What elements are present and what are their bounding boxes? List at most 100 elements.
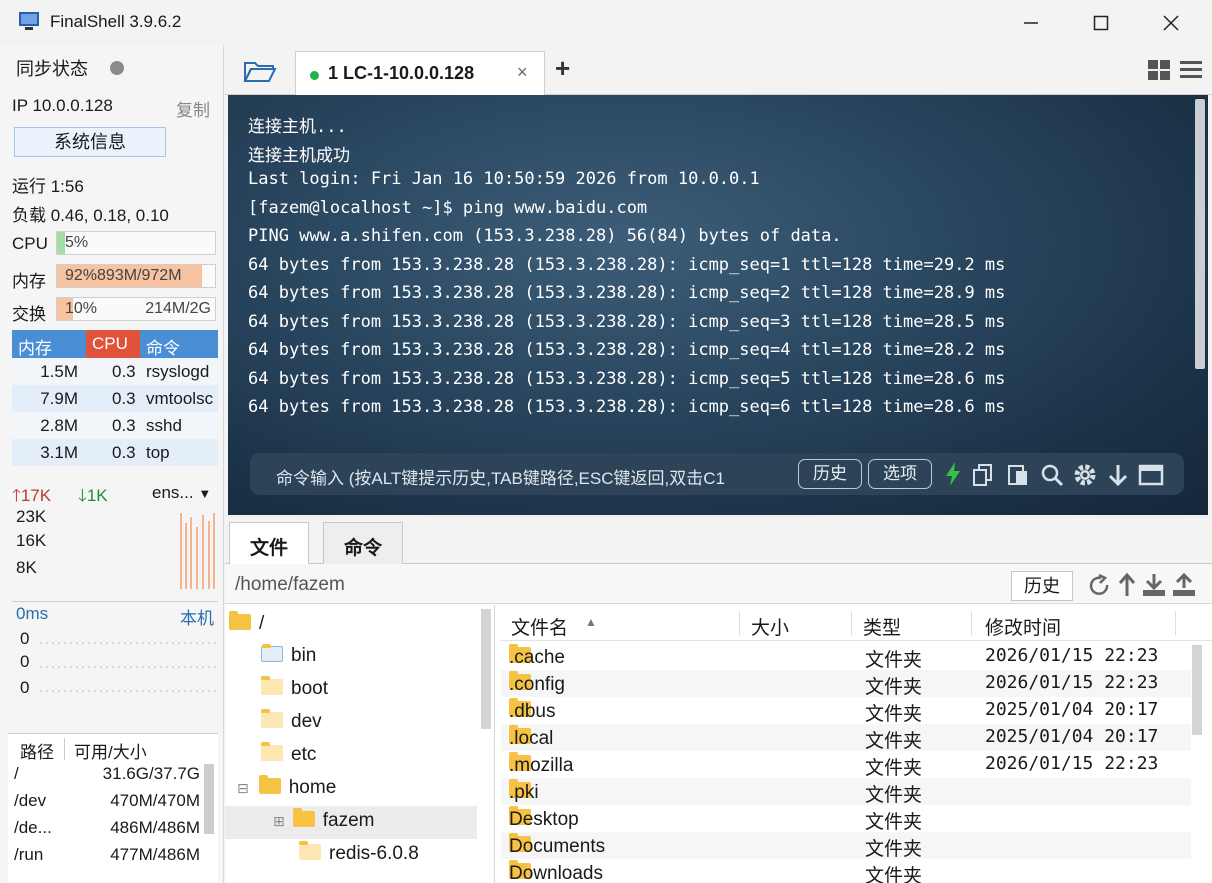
tab-session-1[interactable]: 1 LC-1-10.0.0.128 × <box>295 51 545 96</box>
ping-chart <box>40 642 216 692</box>
folder-icon <box>261 676 283 695</box>
command-input[interactable]: 命令输入 (按ALT键提示历史,TAB键路径,ESC键返回,双击C1 <box>276 464 796 489</box>
proc-cpu: 0.3 <box>112 389 136 408</box>
net-tick-1: 23K <box>16 507 47 526</box>
terminal-scrollbar[interactable] <box>1195 99 1205 369</box>
refresh-icon[interactable] <box>1087 574 1111 598</box>
command-input-bar: 命令输入 (按ALT键提示历史,TAB键路径,ESC键返回,双击C1 历史 选项 <box>250 453 1184 495</box>
tree-item-etc[interactable]: etc <box>261 742 316 766</box>
file-type: 文件夹 <box>865 704 923 725</box>
table-row[interactable]: .pki 文件夹 <box>501 778 1191 806</box>
table-row[interactable]: 3.1M 0.3 top <box>12 439 218 466</box>
sync-status-dot <box>110 61 124 75</box>
arrow-up-icon: 🡑 <box>12 486 21 505</box>
table-row[interactable]: .cache 文件夹 2026/01/15 22:23 <box>501 643 1191 671</box>
grid-layout-icon[interactable] <box>1147 59 1171 81</box>
tree-item-root[interactable]: / <box>229 611 264 635</box>
net-interface-select[interactable]: ens... ▼ <box>152 483 211 503</box>
maximize-icon <box>1093 15 1109 30</box>
net-download: 🡓1K <box>78 486 108 505</box>
memory-usage-bar: 92%893M/972M <box>56 264 216 288</box>
copy-ip-button[interactable]: 复制 <box>176 96 210 121</box>
gear-icon[interactable] <box>1072 462 1098 488</box>
menu-icon[interactable] <box>1179 59 1203 81</box>
window-icon[interactable] <box>1138 464 1164 486</box>
minimize-button[interactable] <box>996 0 1066 45</box>
table-row[interactable]: 1.5M 0.3 rsyslogd <box>12 358 218 385</box>
col-header-mtime[interactable]: 修改时间 <box>985 613 1061 640</box>
disk-table: 路径 可用/大小 / 31.6G/37.7G /dev 470M/470M /d… <box>8 733 218 883</box>
tree-item-bin[interactable]: bin <box>261 644 316 667</box>
arrow-up-icon[interactable] <box>1117 572 1137 598</box>
tab-close-icon[interactable]: × <box>517 62 528 83</box>
folder-icon <box>261 709 283 728</box>
proc-mem: 1.5M <box>40 362 78 381</box>
file-manager-panel: 文件 命令 /home/fazem 历史 / bin boot dev etc … <box>225 518 1212 883</box>
table-row[interactable]: .dbus 文件夹 2025/01/04 20:17 <box>501 697 1191 725</box>
process-table: 内存 CPU 命令 1.5M 0.3 rsyslogd 7.9M 0.3 vmt… <box>12 330 218 466</box>
paste-icon[interactable] <box>1006 463 1030 487</box>
lightning-icon[interactable] <box>944 461 962 487</box>
options-button[interactable]: 选项 <box>868 459 932 489</box>
upload-icon[interactable] <box>1171 572 1197 598</box>
file-mtime: 2026/01/15 22:23 <box>985 753 1159 774</box>
file-type: 文件夹 <box>865 650 923 671</box>
table-row[interactable]: 7.9M 0.3 vmtoolsc <box>12 385 218 412</box>
table-row[interactable]: .local 文件夹 2025/01/04 20:17 <box>501 724 1191 752</box>
net-tick-2: 16K <box>16 531 47 550</box>
tree-scrollbar[interactable] <box>481 609 491 729</box>
status-sidebar: 同步状态 IP 10.0.0.128 复制 系统信息 运行 1:56 负载 0.… <box>0 45 224 883</box>
terminal-panel[interactable]: 连接主机... 连接主机成功 Last login: Fri Jan 16 10… <box>228 95 1208 515</box>
file-list-scrollbar[interactable] <box>1192 645 1202 735</box>
swap-label: 交换 <box>12 305 46 324</box>
disk-header-path[interactable]: 路径 <box>20 738 54 763</box>
ping-host[interactable]: 本机 <box>180 604 214 629</box>
tab-label: 1 LC-1-10.0.0.128 <box>328 63 475 83</box>
table-row[interactable]: Documents 文件夹 <box>501 832 1191 860</box>
col-header-type[interactable]: 类型 <box>863 613 901 640</box>
table-row[interactable]: 2.8M 0.3 sshd <box>12 412 218 439</box>
system-info-button[interactable]: 系统信息 <box>14 127 166 157</box>
table-row[interactable]: Desktop 文件夹 <box>501 805 1191 833</box>
tree-item-fazem[interactable]: ⊞ fazem <box>273 808 374 832</box>
path-history-button[interactable]: 历史 <box>1011 571 1073 601</box>
search-icon[interactable] <box>1040 463 1064 487</box>
swap-usage-bar: 10% 214M/2G <box>56 297 216 321</box>
table-row[interactable]: .mozilla 文件夹 2026/01/15 22:23 <box>501 751 1191 779</box>
disk-header-size[interactable]: 可用/大小 <box>74 738 147 763</box>
terminal-line: Last login: Fri Jan 16 10:50:59 2026 fro… <box>248 169 760 189</box>
arrow-down-icon[interactable] <box>1106 463 1130 487</box>
folder-icon <box>229 611 251 630</box>
file-type: 文件夹 <box>865 839 923 860</box>
directory-tree: / bin boot dev etc ⊟ home ⊞ fazem redis-6.… <box>225 605 495 883</box>
close-icon <box>1163 14 1179 31</box>
tree-item-redis[interactable]: redis-6.0.8 <box>299 841 419 865</box>
terminal-line: [fazem@localhost ~]$ ping www.baidu.com <box>248 198 648 218</box>
table-row[interactable]: Downloads 文件夹 <box>501 859 1191 883</box>
tree-item-boot[interactable]: boot <box>261 676 328 700</box>
tree-item-home[interactable]: ⊟ home <box>237 775 336 799</box>
col-header-name[interactable]: 文件名 <box>511 613 568 640</box>
proc-cmd: sshd <box>146 416 182 435</box>
net-tick-3: 8K <box>16 558 37 577</box>
maximize-button[interactable] <box>1066 0 1136 45</box>
tree-item-dev[interactable]: dev <box>261 709 322 733</box>
add-tab-button[interactable]: + <box>555 53 570 84</box>
folder-open-icon[interactable] <box>243 59 277 85</box>
proc-mem: 2.8M <box>40 416 78 435</box>
tab-files[interactable]: 文件 <box>229 522 310 565</box>
table-row[interactable]: .config 文件夹 2026/01/15 22:23 <box>501 670 1191 698</box>
proc-header-mem[interactable]: 内存 <box>12 330 86 358</box>
proc-header-cpu[interactable]: CPU <box>86 330 140 358</box>
file-list: 文件名 ▲ 大小 类型 修改时间 .cache 文件夹 2026/01/15 22:… <box>501 605 1212 883</box>
divider <box>64 738 65 760</box>
copy-icon[interactable] <box>972 463 996 487</box>
tab-commands[interactable]: 命令 <box>323 522 404 564</box>
download-icon[interactable] <box>1141 572 1167 598</box>
disk-scrollbar[interactable] <box>204 764 214 834</box>
close-button[interactable] <box>1136 0 1206 45</box>
proc-header-cmd[interactable]: 命令 <box>140 330 218 358</box>
col-header-size[interactable]: 大小 <box>751 613 789 640</box>
path-input[interactable]: /home/fazem <box>235 574 345 596</box>
history-button[interactable]: 历史 <box>798 459 862 489</box>
